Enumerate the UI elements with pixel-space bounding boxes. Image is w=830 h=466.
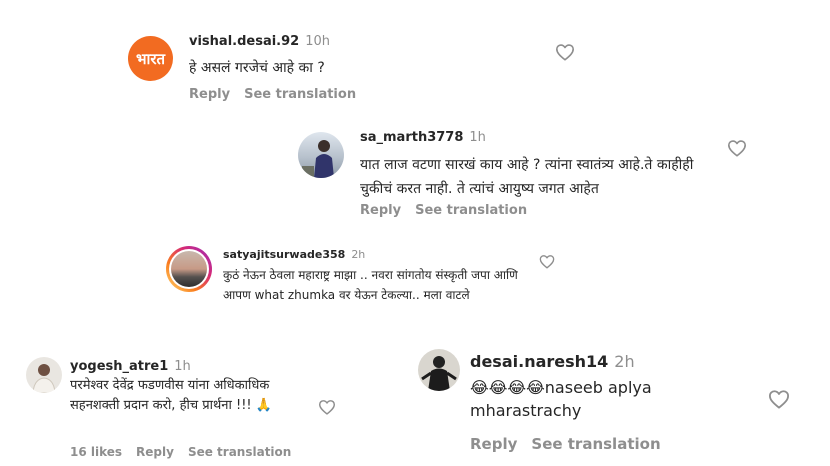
username-text[interactable]: desai.naresh14 — [470, 352, 608, 371]
reply-button[interactable]: Reply — [189, 87, 230, 102]
comment-text: 😂😂😂😂naseeb aplya mharastrachy — [470, 378, 652, 420]
see-translation-button[interactable]: See translation — [244, 87, 356, 102]
comment-time: 1h — [469, 130, 486, 145]
comment-text: यात लाज वटणा सारखं काय आहे ? त्यांना स्व… — [360, 157, 694, 197]
comment-5: desai.naresh14 2h 😂😂😂😂naseeb aplya mharas… — [400, 335, 830, 466]
person-silhouette-icon — [32, 364, 56, 393]
comment-actions: Reply See translation — [470, 435, 675, 453]
comment-actions: 16 likes Reply See translation — [70, 445, 305, 459]
heart-icon[interactable] — [768, 389, 790, 409]
username-text[interactable]: sa_marth3778 — [360, 130, 463, 145]
username[interactable]: yogesh_atre1 1h — [70, 359, 191, 374]
comment-actions: Reply See translation — [189, 87, 370, 102]
heart-icon[interactable] — [727, 139, 747, 157]
avatar[interactable]: भारत — [128, 36, 173, 81]
comment-time: 1h — [174, 359, 191, 374]
see-translation-button[interactable]: See translation — [188, 445, 291, 459]
username[interactable]: sa_marth3778 1h — [360, 130, 486, 145]
comment-3: satyajitsurwade358 2h कुठं नेऊन ठेवला महा… — [0, 230, 830, 335]
username[interactable]: vishal.desai.92 10h — [189, 34, 330, 49]
likes-count[interactable]: 16 likes — [70, 445, 122, 459]
heart-icon[interactable] — [555, 43, 575, 61]
avatar-story-ring[interactable] — [166, 246, 212, 292]
reply-button[interactable]: Reply — [136, 445, 174, 459]
username-text[interactable]: satyajitsurwade358 — [223, 248, 345, 261]
heart-icon[interactable] — [539, 254, 555, 269]
comment-actions: Reply See translation — [360, 203, 541, 218]
comment-time: 2h — [614, 352, 635, 371]
username[interactable]: satyajitsurwade358 2h — [223, 248, 365, 261]
person-silhouette-icon — [302, 140, 334, 178]
comment-text: हे असलं गरजेचं आहे का ? — [189, 60, 325, 76]
bharat-logo: भारत — [128, 36, 173, 81]
avatar[interactable] — [418, 349, 460, 391]
person-silhouette-icon — [421, 356, 457, 391]
comment-4: yogesh_atre1 1h परमेश्वर देवेंद्र फडणवीस … — [0, 335, 400, 466]
comment-time: 2h — [351, 248, 366, 261]
avatar[interactable] — [298, 132, 344, 178]
comment-1: भारत vishal.desai.92 10h हे असलं गरजेचं आ… — [0, 0, 830, 110]
see-translation-button[interactable]: See translation — [531, 435, 660, 453]
comment-time: 10h — [305, 34, 330, 49]
comment-text: कुठं नेऊन ठेवला महाराष्ट्र माझा .. नवरा … — [223, 268, 518, 302]
comment-text: परमेश्वर देवेंद्र फडणवीस यांना अधिकाधिक … — [70, 378, 272, 413]
username-text[interactable]: vishal.desai.92 — [189, 34, 299, 49]
see-translation-button[interactable]: See translation — [415, 203, 527, 218]
reply-button[interactable]: Reply — [360, 203, 401, 218]
avatar[interactable] — [26, 357, 62, 393]
avatar — [169, 249, 209, 289]
username-text[interactable]: yogesh_atre1 — [70, 359, 168, 374]
reply-button[interactable]: Reply — [470, 435, 517, 453]
heart-icon[interactable] — [318, 399, 336, 415]
comment-2: sa_marth3778 1h यात लाज वटणा सारखं काय आह… — [0, 110, 830, 230]
username[interactable]: desai.naresh14 2h — [470, 352, 635, 371]
